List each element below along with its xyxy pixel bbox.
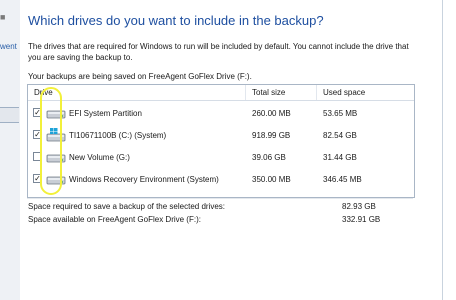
description-text: The drives that are required for Windows… (28, 42, 409, 62)
space-required-label: Space required to save a backup of the s… (28, 202, 226, 211)
space-required-value: 82.93 GB (342, 202, 376, 211)
background-window-strip: ■ went (0, 0, 21, 300)
include-drive-checkbox[interactable] (33, 152, 42, 161)
drive-used-space: 53.65 MB (323, 109, 358, 118)
space-available-label: Space available on FreeAgent GoFlex Driv… (28, 215, 201, 224)
include-drive-checkbox[interactable]: ✓ (33, 174, 42, 183)
drive-icon (46, 110, 66, 119)
page-title: Which drives do you want to include in t… (28, 13, 324, 28)
drive-total-size: 260.00 MB (252, 109, 291, 118)
drive-name: EFI System Partition (69, 109, 142, 118)
drive-icon (46, 176, 66, 185)
drive-used-space: 346.45 MB (323, 175, 362, 184)
drive-name: New Volume (G:) (69, 153, 130, 162)
drive-total-size: 918.99 GB (252, 131, 291, 140)
drive-total-size: 39.06 GB (252, 153, 286, 162)
backup-destination-text: Your backups are being saved on FreeAgen… (28, 72, 252, 81)
space-available-value: 332.91 GB (342, 215, 381, 224)
column-header-drive[interactable]: Drive (34, 88, 53, 97)
table-row[interactable]: ✓ TI10671100B (C:) (System) 918.99 GB 82… (28, 124, 414, 146)
drive-used-space: 82.54 GB (323, 131, 357, 140)
divider (27, 198, 413, 199)
drive-icon (46, 154, 66, 163)
drive-used-space: 31.44 GB (323, 153, 357, 162)
window-right-edge (442, 0, 456, 300)
drive-table: Drive Total size Used space ✓ EFI System… (27, 84, 415, 198)
table-row[interactable]: ✓ EFI System Partition 260.00 MB 53.65 M… (28, 102, 414, 124)
column-divider[interactable] (245, 85, 246, 100)
column-divider[interactable] (316, 85, 317, 100)
windows-drive-icon (46, 128, 66, 142)
drive-name: TI10671100B (C:) (System) (69, 131, 167, 140)
column-header-total-size[interactable]: Total size (252, 88, 285, 97)
drive-name: Windows Recovery Environment (System) (69, 175, 219, 184)
drive-total-size: 350.00 MB (252, 175, 291, 184)
left-strip-link-fragment: went (0, 42, 17, 51)
table-row[interactable]: New Volume (G:) 39.06 GB 31.44 GB (28, 146, 414, 168)
column-header-used-space[interactable]: Used space (323, 88, 365, 97)
include-drive-checkbox[interactable]: ✓ (33, 130, 42, 139)
left-strip-box (0, 107, 19, 123)
table-row[interactable]: ✓ Windows Recovery Environment (System) … (28, 168, 414, 190)
table-header: Drive Total size Used space (28, 85, 414, 101)
left-strip-fragment: ■ (0, 12, 6, 22)
include-drive-checkbox[interactable]: ✓ (33, 108, 42, 117)
